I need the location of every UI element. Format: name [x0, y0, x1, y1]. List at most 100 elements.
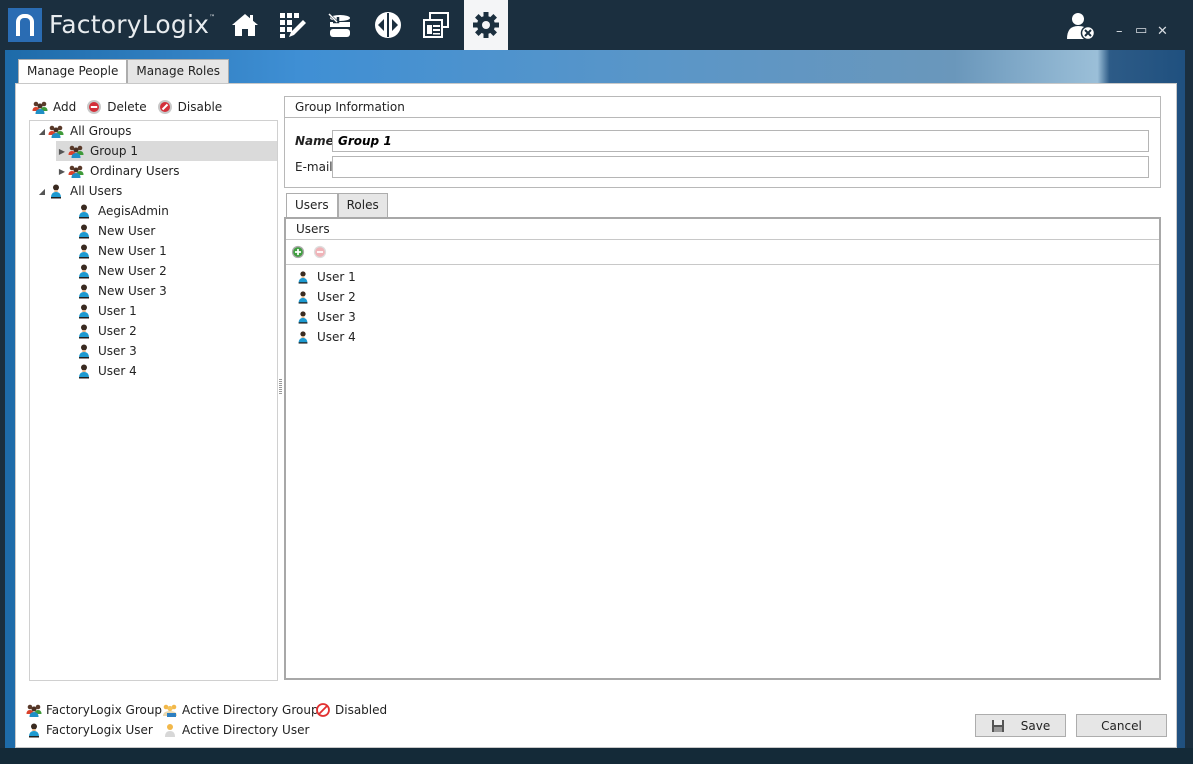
tree-label: New User 2 [98, 264, 167, 278]
app-title-part2: Logix [141, 10, 210, 39]
member-list-item[interactable]: User 1 [296, 267, 356, 287]
people-tree[interactable]: ◢ All Groups ▶ Group 1 ▶ Ordinary Users … [29, 120, 278, 681]
email-input[interactable] [332, 156, 1149, 178]
tree-node-user[interactable]: New User 2 [76, 261, 167, 281]
tab-manage-people[interactable]: Manage People [18, 59, 128, 84]
user-icon [76, 323, 92, 339]
user-icon [48, 183, 64, 199]
tree-node-all-users[interactable]: ◢ All Users [36, 181, 122, 201]
save-button[interactable]: Save [975, 714, 1066, 737]
nav-import-button[interactable] [317, 0, 361, 50]
app-logo-icon [8, 8, 42, 42]
group-information-box: Group Information Name E-mail [284, 96, 1161, 188]
expanded-arrow-icon[interactable]: ◢ [36, 127, 48, 136]
member-label: User 1 [317, 270, 356, 284]
nav-settings-button[interactable] [464, 0, 508, 50]
user-logout-icon [1067, 13, 1096, 41]
group-icon [68, 163, 84, 179]
tree-label: New User 1 [98, 244, 167, 258]
expanded-arrow-icon[interactable]: ◢ [36, 187, 48, 196]
tree-node-user[interactable]: AegisAdmin [76, 201, 169, 221]
legend-label: Active Directory Group [182, 703, 319, 717]
user-icon [76, 243, 92, 259]
nav-windows-button[interactable] [414, 0, 458, 50]
delete-icon [86, 99, 102, 115]
legend-label: Active Directory User [182, 723, 310, 737]
member-list-item[interactable]: User 2 [296, 287, 356, 307]
tree-node-user[interactable]: New User [76, 221, 155, 241]
close-button[interactable]: ✕ [1157, 24, 1168, 39]
group-information-title: Group Information [285, 97, 1160, 118]
database-import-icon [327, 12, 350, 37]
member-list-item[interactable]: User 4 [296, 327, 356, 347]
tree-label: All Groups [70, 124, 132, 138]
user-icon [296, 290, 310, 304]
tree-node-group[interactable]: ▶ Ordinary Users [56, 161, 180, 181]
user-icon [76, 283, 92, 299]
legend-disabled: Disabled [315, 702, 387, 718]
tree-label: Group 1 [90, 144, 138, 158]
tab-manage-roles[interactable]: Manage Roles [127, 59, 229, 84]
tree-node-group[interactable]: ▶ Group 1 [56, 141, 277, 161]
tree-node-user[interactable]: New User 3 [76, 281, 167, 301]
tree-node-user[interactable]: User 3 [76, 341, 137, 361]
tree-label: User 1 [98, 304, 137, 318]
member-list-item[interactable]: User 3 [296, 307, 356, 327]
delete-label: Delete [107, 100, 147, 114]
tree-node-user[interactable]: User 4 [76, 361, 137, 381]
user-icon [296, 270, 310, 284]
ad-user-icon [162, 722, 178, 738]
cancel-button[interactable]: Cancel [1076, 714, 1167, 737]
logout-user-button[interactable] [1066, 11, 1096, 41]
grid-edit-icon [280, 13, 306, 38]
delete-button[interactable]: Delete [86, 99, 147, 115]
remove-user-icon[interactable] [313, 245, 327, 259]
tree-label: New User 3 [98, 284, 167, 298]
user-icon [76, 223, 92, 239]
disabled-icon [315, 702, 331, 718]
splitter-handle[interactable] [279, 379, 282, 395]
tree-node-all-groups[interactable]: ◢ All Groups [36, 121, 131, 141]
group-icon [48, 123, 64, 139]
tree-node-user[interactable]: User 2 [76, 321, 137, 341]
user-icon [76, 263, 92, 279]
tab-roles[interactable]: Roles [337, 193, 388, 217]
disable-button[interactable]: Disable [157, 99, 222, 115]
tree-node-user[interactable]: New User 1 [76, 241, 167, 261]
maximize-button[interactable]: ▭ [1135, 23, 1147, 38]
add-label: Add [53, 100, 77, 114]
tree-label: AegisAdmin [98, 204, 169, 218]
tab-users[interactable]: Users [286, 193, 338, 217]
add-button[interactable]: Add [32, 99, 76, 115]
legend-label: FactoryLogix User [46, 723, 153, 737]
member-label: User 4 [317, 330, 356, 344]
add-user-icon[interactable] [291, 245, 305, 259]
tree-label: User 2 [98, 324, 137, 338]
collapsed-arrow-icon[interactable]: ▶ [56, 167, 68, 176]
window-right-edge [1185, 50, 1193, 764]
window-left-edge [0, 50, 5, 764]
tree-label: User 3 [98, 344, 137, 358]
app-title: FactoryLogix™ [49, 10, 215, 39]
tree-label: All Users [70, 184, 123, 198]
nav-transfer-button[interactable] [366, 0, 410, 50]
window-bottom-edge [0, 748, 1193, 764]
legend-label: FactoryLogix Group [46, 703, 163, 717]
windows-icon [423, 12, 449, 38]
member-label: User 3 [317, 310, 356, 324]
legend-factorylogix-user: FactoryLogix User [26, 722, 153, 738]
gear-icon [473, 12, 499, 38]
user-icon [296, 330, 310, 344]
nav-home-button[interactable] [223, 0, 267, 50]
save-label: Save [1020, 718, 1051, 733]
nav-grid-edit-button[interactable] [270, 0, 314, 50]
user-icon [26, 722, 42, 738]
collapsed-arrow-icon[interactable]: ▶ [56, 147, 68, 156]
tree-label: New User [98, 224, 156, 238]
minimize-button[interactable]: – [1116, 24, 1123, 39]
name-input[interactable] [332, 130, 1149, 152]
tree-node-user[interactable]: User 1 [76, 301, 137, 321]
group-add-icon [32, 99, 48, 115]
save-icon [991, 719, 1004, 732]
users-toolbar [286, 240, 1159, 265]
